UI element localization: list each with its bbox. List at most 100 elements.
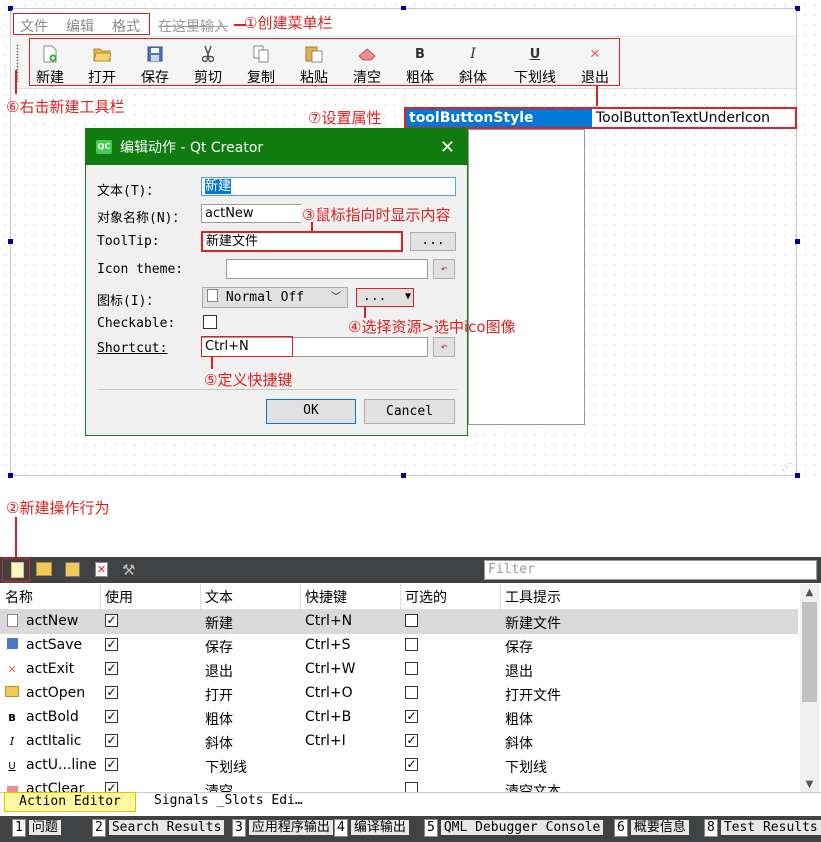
output-tab[interactable]: 1 问题 <box>12 818 61 838</box>
used-checkbox[interactable]: ✓ <box>105 710 118 723</box>
text-edit-widget[interactable] <box>468 129 585 425</box>
output-tab[interactable]: 5 QML Debugger Console <box>424 818 604 838</box>
open-folder-icon[interactable] <box>36 562 52 576</box>
icon-browse-button[interactable]: ... ▼ <box>356 288 414 307</box>
text-input[interactable]: 新建 <box>201 177 456 196</box>
table-row[interactable]: IactItalic ✓ 斜体 Ctrl+I ✓ 斜体 <box>0 730 798 754</box>
shortcut-reset-button[interactable]: ↶ <box>433 337 455 357</box>
checkable-checkbox[interactable] <box>405 686 418 699</box>
checkable-checkbox[interactable] <box>405 638 418 651</box>
ok-button[interactable]: OK <box>266 399 356 424</box>
used-checkbox[interactable]: ✓ <box>105 758 118 771</box>
column-header-name[interactable]: 名称 <box>5 587 33 607</box>
action-shortcut: Ctrl+B <box>305 709 352 725</box>
used-checkbox[interactable]: ✓ <box>105 662 118 675</box>
toolbar-button-new[interactable]: 新建 <box>25 42 75 86</box>
toolbar-button-open[interactable]: 打开 <box>77 42 127 86</box>
icon-theme-reset-button[interactable]: ↶ <box>433 259 455 279</box>
delete-action-icon[interactable]: ✕ <box>95 562 108 577</box>
open-folder-icon <box>77 44 127 64</box>
table-row[interactable]: UactU...line ✓ 下划线 ✓ 下划线 <box>0 754 798 778</box>
column-header-tooltip[interactable]: 工具提示 <box>505 587 561 607</box>
wrench-icon[interactable]: ⚒ <box>122 561 135 579</box>
used-checkbox[interactable]: ✓ <box>105 614 118 627</box>
action-text: 退出 <box>205 664 233 680</box>
toolbar-button-underline[interactable]: U 下划线 <box>508 42 562 87</box>
annotation-select-resource: ④选择资源>选中ico图像 <box>348 318 516 336</box>
toolbar-button-paste[interactable]: 粘贴 <box>289 42 339 86</box>
scroll-up-icon[interactable]: ▲ <box>800 584 819 602</box>
new-file-icon <box>5 614 19 631</box>
used-checkbox[interactable]: ✓ <box>105 734 118 747</box>
tooltip-more-button[interactable]: ... <box>410 232 456 251</box>
toolbar-button-clear[interactable]: 清空 <box>342 42 392 86</box>
toolbar-button-cut[interactable]: 剪切 <box>183 42 233 86</box>
dialog-close-icon[interactable]: ✕ <box>440 137 455 158</box>
action-name: actNew <box>26 613 79 629</box>
output-tab[interactable]: 2 Search Results <box>92 818 225 838</box>
table-row[interactable]: BactBold ✓ 粗体 Ctrl+B ✓ 粗体 <box>0 706 798 730</box>
annotation-create-menubar: ①创建菜单栏 <box>244 14 333 32</box>
table-row[interactable]: actSave ✓ 保存 Ctrl+S 保存 <box>0 634 798 658</box>
checkable-checkbox[interactable]: ✓ <box>405 758 418 771</box>
output-tab[interactable]: 3 应用程序输出 <box>232 818 333 838</box>
output-tab[interactable]: 6 概要信息 <box>614 818 689 838</box>
output-tab-label: 编译输出 <box>350 820 409 835</box>
copy-icon[interactable] <box>65 562 80 577</box>
toolbar-button-exit[interactable]: ✕ 退出 <box>570 42 620 87</box>
output-tab-label: 应用程序输出 <box>248 820 333 835</box>
toolbar-button-save[interactable]: 保存 <box>130 42 180 86</box>
toolbar-button-bold[interactable]: B 粗体 <box>395 42 445 87</box>
checkable-checkbox[interactable]: ✓ <box>405 734 418 747</box>
tab-signals-slots[interactable]: Signals _Slots Edi… <box>154 792 303 812</box>
output-tab[interactable]: 4 编译输出 <box>334 818 409 838</box>
dialog-titlebar[interactable]: QC 编辑动作 - Qt Creator ✕ <box>86 129 467 165</box>
table-row[interactable]: ✕ actExit ✓ 退出 Ctrl+W 退出 <box>0 658 798 682</box>
scrollbar-thumb[interactable] <box>802 602 817 702</box>
property-value[interactable]: ToolButtonTextUnderIcon <box>596 109 770 127</box>
selection-handle[interactable] <box>8 239 13 244</box>
action-shortcut: Ctrl+N <box>305 613 353 629</box>
tab-action-editor[interactable]: Action Editor <box>4 792 136 812</box>
output-tab-label: QML Debugger Console <box>440 820 604 835</box>
column-header-checkable[interactable]: 可选的 <box>405 587 447 607</box>
table-row[interactable]: actNew ✓ 新建 Ctrl+N 新建文件 <box>0 610 798 634</box>
action-text: 斜体 <box>205 736 233 752</box>
table-row[interactable]: actOpen ✓ 打开 Ctrl+O 打开文件 <box>0 682 798 706</box>
underline-icon: U <box>529 46 541 62</box>
action-name: actItalic <box>26 733 82 749</box>
icon-theme-label: Icon theme: <box>97 262 184 277</box>
action-text: 打开 <box>205 688 233 704</box>
toolbar-button-label: 新建 <box>36 70 64 86</box>
icon-mode-combo[interactable]: Normal Off ﹀ <box>202 287 348 308</box>
property-row[interactable]: toolButtonStyle ToolButtonTextUnderIcon <box>404 107 797 129</box>
action-shortcut: Ctrl+I <box>305 733 346 749</box>
checkable-checkbox[interactable] <box>203 315 217 329</box>
menu-type-here[interactable]: 在这里输入 <box>158 16 228 36</box>
object-name-input[interactable]: actNew <box>201 204 301 223</box>
selection-handle[interactable] <box>795 239 800 244</box>
output-tab[interactable]: 8 Test Results <box>704 818 821 838</box>
filter-input[interactable]: Filter <box>484 560 817 580</box>
annotation-new-action: ②新建操作行为 <box>6 499 110 517</box>
annotation-box-menubar <box>13 13 150 35</box>
toolbar-button-italic[interactable]: I 斜体 <box>448 42 498 86</box>
checkable-checkbox[interactable] <box>405 614 418 627</box>
tooltip-input[interactable]: 新建文件 <box>201 231 403 252</box>
cancel-button[interactable]: Cancel <box>364 399 455 424</box>
icon-theme-input[interactable] <box>226 259 428 279</box>
action-text: 下划线 <box>205 760 247 776</box>
resize-grip-icon[interactable]: ⋰ <box>782 462 792 473</box>
column-header-shortcut[interactable]: 快捷键 <box>305 587 347 607</box>
column-header-text[interactable]: 文本 <box>205 587 233 607</box>
used-checkbox[interactable]: ✓ <box>105 638 118 651</box>
checkable-checkbox[interactable]: ✓ <box>405 710 418 723</box>
used-checkbox[interactable]: ✓ <box>105 686 118 699</box>
new-action-icon[interactable] <box>11 562 24 578</box>
column-header-used[interactable]: 使用 <box>105 587 133 607</box>
checkable-checkbox[interactable] <box>405 662 418 675</box>
vertical-scrollbar[interactable]: ▲ ▼ <box>800 584 819 794</box>
italic-icon: I <box>9 735 15 748</box>
open-folder-icon <box>5 686 19 701</box>
toolbar-button-copy[interactable]: 复制 <box>236 42 286 86</box>
